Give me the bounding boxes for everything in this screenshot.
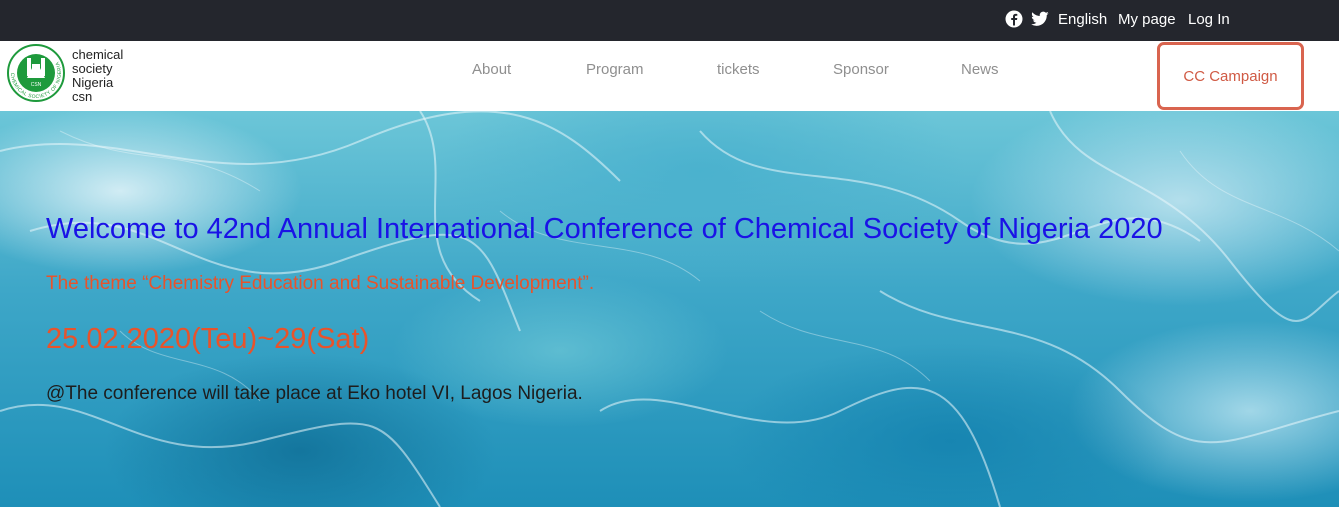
water-texture-background [0,111,1339,507]
brand-line: csn [72,89,93,104]
facebook-icon[interactable] [1005,10,1023,28]
nav-item-tickets[interactable]: tickets [717,61,760,78]
cc-campaign-button[interactable]: CC Campaign [1157,42,1304,110]
brand-name[interactable]: chemical society Nigeria csn [72,48,123,104]
hero-banner: Welcome to 42nd Annual International Con… [0,111,1339,507]
conference-theme: The theme “Chemistry Education and Susta… [46,273,595,294]
brand-line: chemical [72,47,124,62]
my-page-link[interactable]: My page [1118,11,1176,28]
csn-logo-icon[interactable]: CHEMICAL SOCIETY OF NIGERIA CSN [3,44,69,102]
nav-item-news[interactable]: News [961,61,999,78]
twitter-icon[interactable] [1031,10,1049,28]
cc-campaign-label: CC Campaign [1183,67,1278,85]
nav-item-sponsor[interactable]: Sponsor [833,61,889,78]
conference-dates: 25.02.2020(Teu)~29(Sat) [46,323,370,355]
top-utility-bar: English My page Log In [0,0,1339,41]
nav-item-about[interactable]: About [472,61,511,78]
nav-item-program[interactable]: Program [586,61,644,78]
language-selector[interactable]: English [1058,11,1107,28]
svg-text:CSN: CSN [31,82,42,88]
conference-venue: @The conference will take place at Eko h… [46,383,583,404]
main-navigation: CHEMICAL SOCIETY OF NIGERIA CSN chemical… [0,41,1339,111]
login-link[interactable]: Log In [1188,11,1230,28]
hero-title: Welcome to 42nd Annual International Con… [46,213,1163,245]
brand-line: society [72,61,113,76]
brand-line: Nigeria [72,75,114,90]
